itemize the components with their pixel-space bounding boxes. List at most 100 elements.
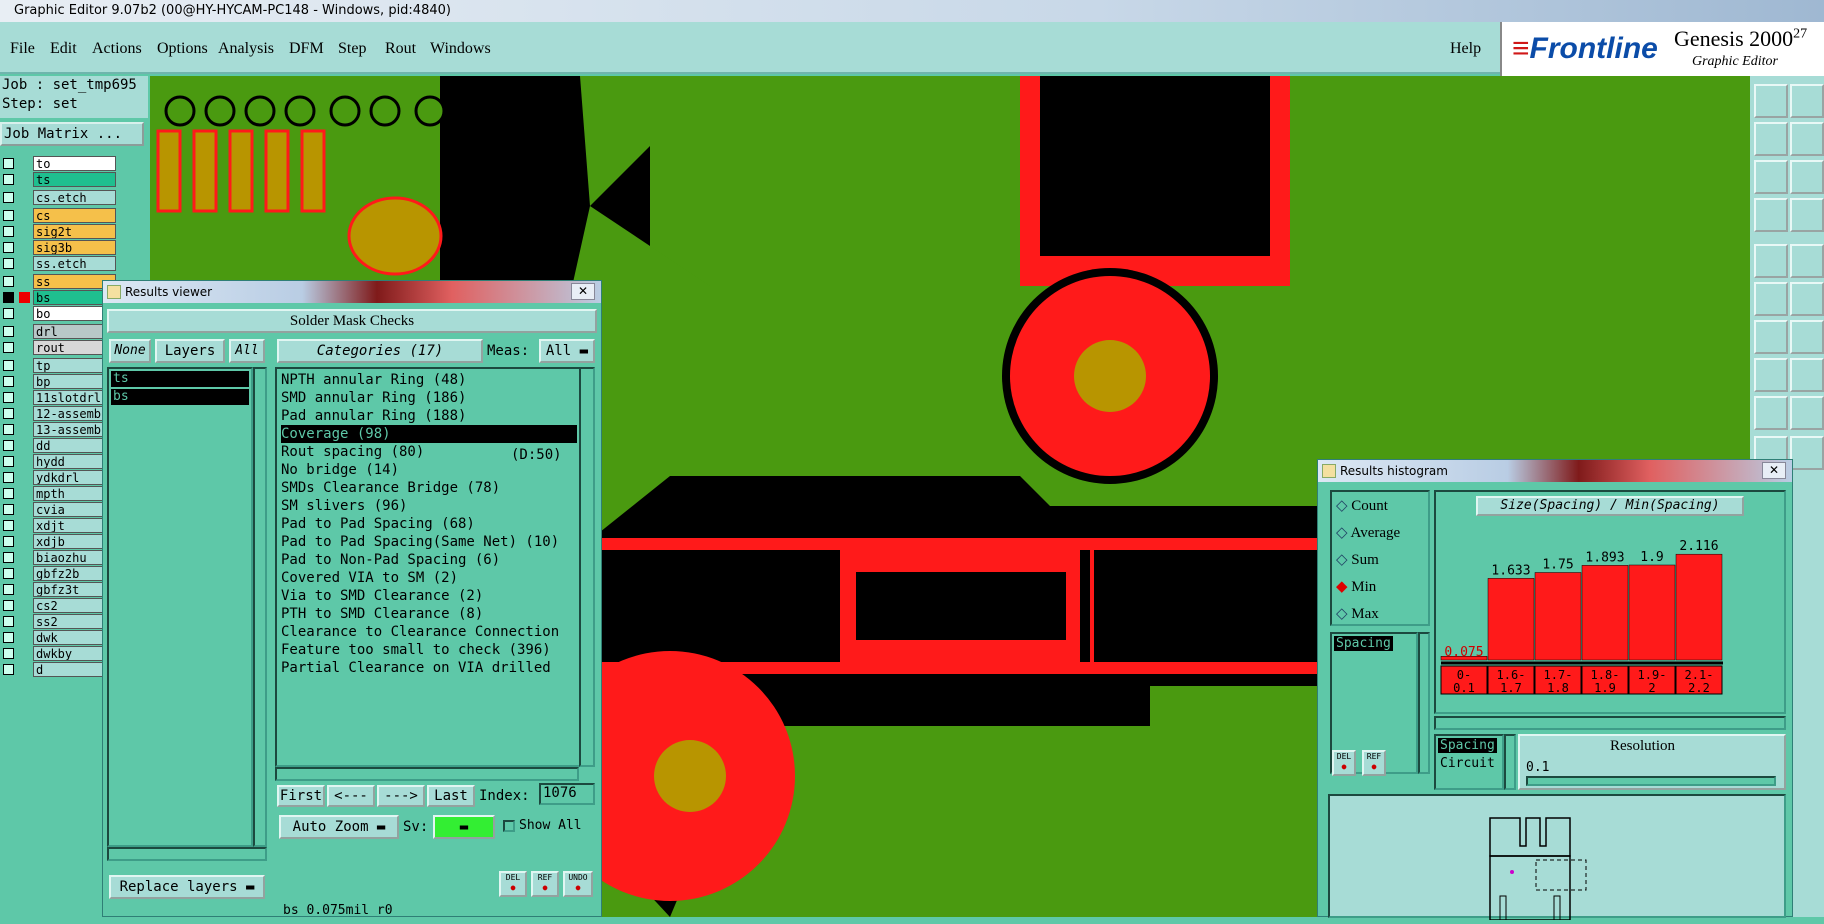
tool-icon-4-1[interactable]	[1790, 244, 1824, 278]
category-item[interactable]: Pad to Pad Spacing (68)	[281, 515, 475, 533]
undo-icon[interactable]: UNDO ●	[563, 871, 593, 897]
layer-row-ydkdrl[interactable]: ydkdrl	[0, 470, 116, 485]
menu-file[interactable]: File	[10, 40, 35, 58]
meas-select[interactable]: All ▬	[539, 339, 595, 363]
layer-checkbox[interactable]	[3, 192, 14, 203]
chart-hscrollbar[interactable]	[1434, 716, 1786, 730]
layer-row-dwkby[interactable]: dwkby	[0, 646, 116, 661]
layer-row-tp[interactable]: tp	[0, 358, 116, 373]
layer-row-xdjb[interactable]: xdjb	[0, 534, 116, 549]
layer-checkbox[interactable]	[3, 632, 14, 643]
all-button[interactable]: All	[229, 339, 265, 363]
mode-min[interactable]: ◆ Min	[1336, 577, 1376, 596]
layer-row-dwk[interactable]: dwk	[0, 630, 116, 645]
layer-checkbox[interactable]	[3, 360, 14, 371]
layer-checkbox[interactable]	[3, 616, 14, 627]
histogram-bar[interactable]	[1534, 572, 1582, 661]
mode-max[interactable]: ◇ Max	[1336, 604, 1379, 623]
layer-row-drl[interactable]: drl	[0, 324, 116, 339]
layer-row-hydd[interactable]: hydd	[0, 454, 116, 469]
layer-item-bs[interactable]: bs	[111, 389, 249, 405]
layer-row-sig3b[interactable]: sig3b	[0, 240, 116, 255]
layer-checkbox[interactable]	[3, 392, 14, 403]
menu-analysis[interactable]: Analysis	[218, 40, 274, 58]
layer-checkbox[interactable]	[3, 376, 14, 387]
layer-checkbox[interactable]	[3, 158, 14, 169]
tool-icon-7-0[interactable]	[1754, 358, 1788, 392]
layer-checkbox[interactable]	[3, 504, 14, 515]
tool-icon-8-0[interactable]	[1754, 396, 1788, 430]
layer-checkbox[interactable]	[3, 456, 14, 467]
layer-row-sig2t[interactable]: sig2t	[0, 224, 116, 239]
layer-row-xdjt[interactable]: xdjt	[0, 518, 116, 533]
category-item[interactable]: Feature too small to check (396)	[281, 641, 551, 659]
tool-icon-6-1[interactable]	[1790, 320, 1824, 354]
tool-icon-3-1[interactable]	[1790, 198, 1824, 232]
categories-scrollbar[interactable]	[579, 367, 595, 767]
layer-checkbox[interactable]	[3, 520, 14, 531]
resolution-slider[interactable]	[1526, 776, 1776, 786]
layer-checkbox[interactable]	[3, 440, 14, 451]
category-item[interactable]: NPTH annular Ring (48)	[281, 371, 466, 389]
layer-row-cvia[interactable]: cvia	[0, 502, 116, 517]
layer-checkbox[interactable]	[3, 292, 14, 303]
radio-diamond-icon[interactable]: ◇	[1336, 552, 1351, 568]
menu-edit[interactable]: Edit	[50, 40, 77, 58]
menu-windows[interactable]: Windows	[430, 40, 491, 58]
layers-button[interactable]: Layers	[155, 339, 225, 363]
categories-hscrollbar[interactable]	[275, 767, 579, 781]
tool-icon-0-0[interactable]	[1754, 84, 1788, 118]
layer-row-bs[interactable]: bs	[0, 290, 116, 305]
category-item[interactable]: Rout spacing (80)	[281, 443, 424, 461]
help-menu[interactable]: Help	[1450, 40, 1481, 58]
first-button[interactable]: First	[277, 785, 325, 807]
layer-row-mpth[interactable]: mpth	[0, 486, 116, 501]
layer-checkbox[interactable]	[3, 276, 14, 287]
hist-ref-icon[interactable]: REF ●	[1362, 750, 1386, 776]
sv-select[interactable]: ▬	[433, 815, 495, 839]
category-item[interactable]: Clearance to Clearance Connection	[281, 623, 559, 641]
menu-rout[interactable]: Rout	[385, 40, 416, 58]
histogram-titlebar[interactable]: Results histogram ✕	[1318, 460, 1792, 482]
category-item[interactable]: SMD annular Ring (186)	[281, 389, 466, 407]
histogram-bar[interactable]	[1675, 553, 1723, 661]
radio-diamond-icon[interactable]: ◇	[1336, 498, 1351, 514]
layer-item-ts[interactable]: ts	[111, 371, 249, 387]
category-item[interactable]: Covered VIA to SM (2)	[281, 569, 458, 587]
job-matrix-button[interactable]: Job Matrix ...	[0, 122, 144, 146]
layer-checkbox[interactable]	[3, 664, 14, 675]
tool-icon-5-0[interactable]	[1754, 282, 1788, 316]
layer-checkbox[interactable]	[3, 210, 14, 221]
layer-row-ss2[interactable]: ss2	[0, 614, 116, 629]
layer-row-ts[interactable]: ts	[0, 172, 116, 187]
category-item[interactable]: Via to SMD Clearance (2)	[281, 587, 483, 605]
category-item[interactable]: Coverage (98)	[281, 425, 577, 443]
auto-zoom-select[interactable]: Auto Zoom ▬	[279, 815, 399, 839]
results-viewer-titlebar[interactable]: Results viewer ✕	[103, 281, 601, 303]
tool-icon-1-0[interactable]	[1754, 122, 1788, 156]
tool-icon-0-1[interactable]	[1790, 84, 1824, 118]
layer-row-11slotdrl[interactable]: 11slotdrl	[0, 390, 116, 405]
category-item[interactable]: PTH to SMD Clearance (8)	[281, 605, 483, 623]
layer-row-bo[interactable]: bo	[0, 306, 116, 321]
layer-checkbox[interactable]	[3, 226, 14, 237]
last-button[interactable]: Last	[427, 785, 475, 807]
layer-row-to[interactable]: to	[0, 156, 116, 171]
layer-row-biaozhu[interactable]: biaozhu	[0, 550, 116, 565]
none-button[interactable]: None	[109, 339, 151, 363]
layer-checkbox[interactable]	[3, 342, 14, 353]
layer-checkbox[interactable]	[3, 472, 14, 483]
layer-checkbox[interactable]	[3, 536, 14, 547]
layers-scrollbar[interactable]	[253, 367, 267, 847]
radio-diamond-icon[interactable]: ◇	[1336, 525, 1350, 541]
prev-button[interactable]: <---	[327, 785, 375, 807]
tool-icon-9-1[interactable]	[1790, 436, 1824, 470]
replace-layers-select[interactable]: Replace layers ▬	[109, 875, 265, 899]
layer-checkbox[interactable]	[3, 600, 14, 611]
layer-row-cs.etch[interactable]: cs.etch	[0, 190, 116, 205]
histogram-list-scrollbar[interactable]	[1418, 632, 1430, 774]
histogram-bar[interactable]	[1628, 564, 1676, 661]
layer-checkbox[interactable]	[3, 488, 14, 499]
menu-actions[interactable]: Actions	[92, 40, 142, 58]
radio-diamond-icon[interactable]: ◆	[1336, 579, 1351, 595]
